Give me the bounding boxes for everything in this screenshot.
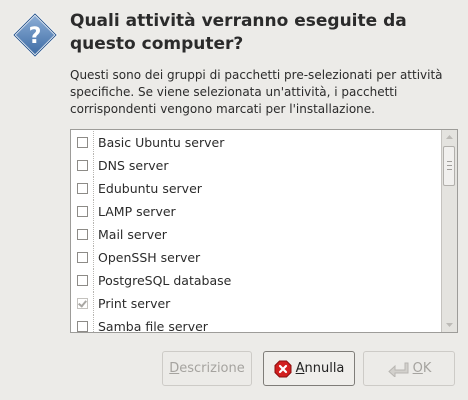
vertical-scrollbar[interactable] [441, 130, 457, 332]
dialog-description: Questi sono dei gruppi di pacchetti pre-… [70, 68, 443, 116]
task-checkbox[interactable] [77, 252, 88, 263]
task-label: Samba file server [98, 319, 208, 333]
scroll-up-arrow-icon[interactable] [442, 130, 457, 144]
task-checkbox[interactable] [77, 137, 88, 148]
ok-button-label: OK [412, 361, 432, 376]
task-label: Mail server [98, 227, 167, 242]
cancel-button[interactable]: Annulla [263, 351, 355, 386]
task-rows: Basic Ubuntu server DNS server Edubuntu se… [71, 131, 441, 333]
task-row[interactable]: PostgreSQL database [71, 269, 441, 292]
task-checkbox[interactable] [77, 298, 88, 309]
task-row[interactable]: LAMP server [71, 200, 441, 223]
description-button[interactable]: Descrizione [162, 351, 252, 386]
task-label: PostgreSQL database [98, 273, 232, 288]
task-row[interactable]: DNS server [71, 154, 441, 177]
task-label: OpenSSH server [98, 250, 201, 265]
task-checkbox[interactable] [77, 183, 88, 194]
column-separator [93, 177, 94, 200]
task-checkbox[interactable] [77, 321, 88, 332]
question-icon: ? [12, 12, 58, 58]
task-checkbox[interactable] [77, 229, 88, 240]
task-list[interactable]: Basic Ubuntu server DNS server Edubuntu se… [70, 129, 458, 333]
task-row[interactable]: OpenSSH server [71, 246, 441, 269]
dialog-title: Quali attività verranno eseguite da ques… [70, 11, 407, 54]
cancel-button-label: Annulla [295, 361, 345, 376]
column-separator [93, 223, 94, 246]
svg-text:?: ? [29, 24, 42, 49]
task-checkbox[interactable] [77, 206, 88, 217]
task-row[interactable]: Print server [71, 292, 441, 315]
cancel-icon [274, 360, 292, 377]
task-checkbox[interactable] [77, 160, 88, 171]
task-row[interactable]: Samba file server [71, 315, 441, 333]
task-label: LAMP server [98, 204, 176, 219]
task-row[interactable]: Basic Ubuntu server [71, 131, 441, 154]
task-label: Print server [98, 296, 171, 311]
ok-button[interactable]: OK [363, 351, 455, 386]
task-row[interactable]: Mail server [71, 223, 441, 246]
scroll-down-arrow-icon[interactable] [442, 318, 457, 332]
column-separator [93, 246, 94, 269]
column-separator [93, 131, 94, 154]
column-separator [93, 315, 94, 332]
task-label: Basic Ubuntu server [98, 135, 225, 150]
column-separator [93, 269, 94, 292]
column-separator [93, 292, 94, 315]
description-button-label: Descrizione [169, 361, 245, 376]
enter-arrow-icon [387, 362, 409, 377]
task-row[interactable]: Edubuntu server [71, 177, 441, 200]
column-separator [93, 154, 94, 177]
task-label: Edubuntu server [98, 181, 202, 196]
column-separator [93, 200, 94, 223]
task-checkbox[interactable] [77, 275, 88, 286]
task-label: DNS server [98, 158, 169, 173]
scrollbar-thumb[interactable] [443, 146, 455, 186]
